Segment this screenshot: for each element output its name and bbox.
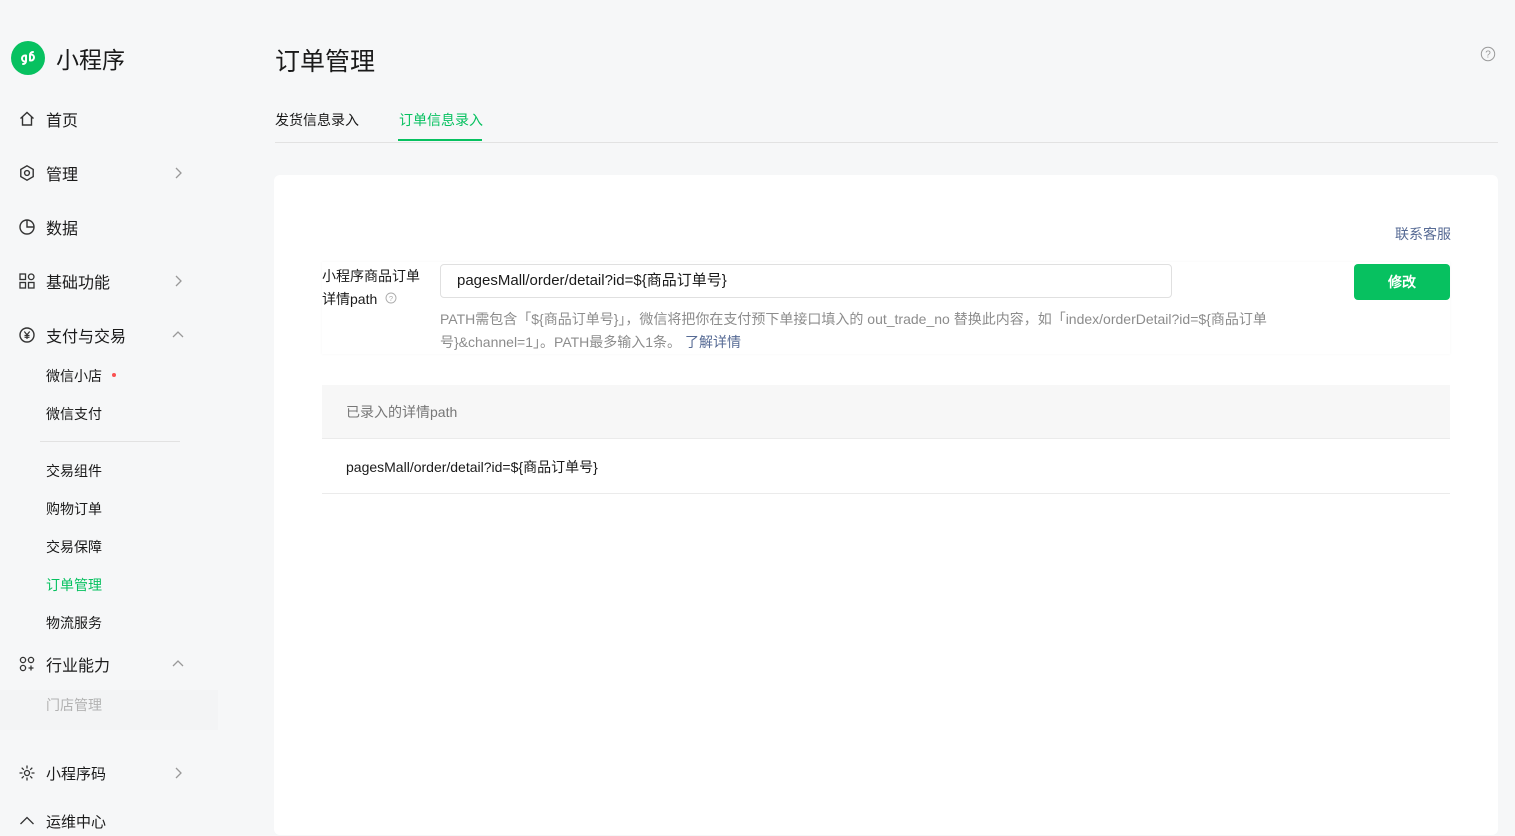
nav-qrcode-label: 小程序码 xyxy=(46,765,107,783)
app-name: 小程序 xyxy=(56,47,125,73)
nav-industry[interactable]: 行业能力 xyxy=(18,649,188,679)
active-tab-indicator xyxy=(398,139,482,141)
nav-basic-features[interactable]: 基础功能 xyxy=(18,266,188,296)
sub-trade-guarantee[interactable]: 交易保障 xyxy=(46,537,102,557)
nav-data-label: 数据 xyxy=(46,221,79,238)
nav-ops-center[interactable]: 运维中心 xyxy=(18,806,188,836)
sidebar: 小程序 首页 管理 数据 基础功能 支付与交易 微信小店 微信支付 交易组件 购… xyxy=(0,0,220,831)
sub-wechat-shop[interactable]: 微信小店 xyxy=(46,366,116,386)
path-field-label-line2: 详情path xyxy=(322,291,378,307)
page-title: 订单管理 xyxy=(275,48,376,76)
nav-manage[interactable]: 管理 xyxy=(18,158,188,188)
settings-icon xyxy=(18,164,36,182)
contact-support-link[interactable]: 联系客服 xyxy=(1395,224,1451,244)
sub-trade-component[interactable]: 交易组件 xyxy=(46,461,102,481)
svg-text:?: ? xyxy=(389,294,393,303)
app-logo[interactable]: 小程序 xyxy=(11,41,125,75)
new-dot-badge xyxy=(112,373,116,378)
sub-shopping-orders[interactable]: 购物订单 xyxy=(46,499,102,519)
home-icon xyxy=(18,110,36,128)
grid-apps-icon xyxy=(18,272,36,290)
nav-pay-label: 支付与交易 xyxy=(46,329,127,346)
nav-ops-label: 运维中心 xyxy=(46,813,107,831)
path-field-label: 小程序商品订单 详情path ? xyxy=(322,265,432,311)
sub-wechat-shop-label: 微信小店 xyxy=(46,368,102,384)
nav-data[interactable]: 数据 xyxy=(18,212,188,242)
pie-chart-icon xyxy=(18,218,36,236)
nav-industry-label: 行业能力 xyxy=(46,658,111,675)
industry-nodes-icon xyxy=(18,655,36,673)
sub-logistics[interactable]: 物流服务 xyxy=(46,613,102,633)
path-hint-text: PATH需包含「${商品订单号}」，微信将把你在支付预下单接口填入的 out_t… xyxy=(440,311,1267,350)
ops-icon xyxy=(18,812,36,830)
nav-pay-trade[interactable]: 支付与交易 xyxy=(18,320,188,350)
yuan-icon xyxy=(18,326,36,344)
submenu-background xyxy=(0,690,218,730)
nav-home[interactable]: 首页 xyxy=(18,104,188,134)
sub-order-management[interactable]: 订单管理 xyxy=(46,575,102,595)
sub-wechat-pay[interactable]: 微信支付 xyxy=(46,404,102,424)
nav-home-label: 首页 xyxy=(46,113,79,130)
nav-qrcode[interactable]: 小程序码 xyxy=(18,758,188,788)
sidebar-divider xyxy=(40,441,180,442)
svg-text:?: ? xyxy=(1485,50,1491,61)
chevron-right-icon xyxy=(175,167,182,179)
modify-button[interactable]: 修改 xyxy=(1354,264,1450,300)
table-header: 已录入的详情path xyxy=(322,385,1450,439)
tab-order-info[interactable]: 订单信息录入 xyxy=(399,110,483,140)
chevron-right-icon xyxy=(175,767,182,779)
mini-program-logo-icon xyxy=(11,41,45,75)
table-row: pagesMall/order/detail?id=${商品订单号} xyxy=(322,439,1450,494)
nav-manage-label: 管理 xyxy=(46,167,79,184)
table-cell-path: pagesMall/order/detail?id=${商品订单号} xyxy=(346,459,598,475)
question-info-icon[interactable]: ? xyxy=(385,292,397,304)
sub-store-management[interactable]: 门店管理 xyxy=(46,695,102,715)
path-field-label-line1: 小程序商品订单 xyxy=(322,268,420,284)
table-header-label: 已录入的详情path xyxy=(346,404,458,420)
chevron-right-icon xyxy=(175,275,182,287)
path-hint: PATH需包含「${商品订单号}」，微信将把你在支付预下单接口填入的 out_t… xyxy=(440,308,1320,354)
help-icon[interactable]: ? xyxy=(1480,46,1496,62)
detail-path-input[interactable] xyxy=(440,264,1172,298)
sun-burst-icon xyxy=(18,764,36,782)
chevron-up-icon xyxy=(172,331,184,338)
chevron-up-icon xyxy=(172,660,184,667)
learn-more-link[interactable]: 了解详情 xyxy=(685,334,741,350)
nav-basic-label: 基础功能 xyxy=(46,275,111,292)
tab-bar: 发货信息录入 订单信息录入 xyxy=(275,106,1498,143)
tab-shipping-info[interactable]: 发货信息录入 xyxy=(275,110,359,140)
